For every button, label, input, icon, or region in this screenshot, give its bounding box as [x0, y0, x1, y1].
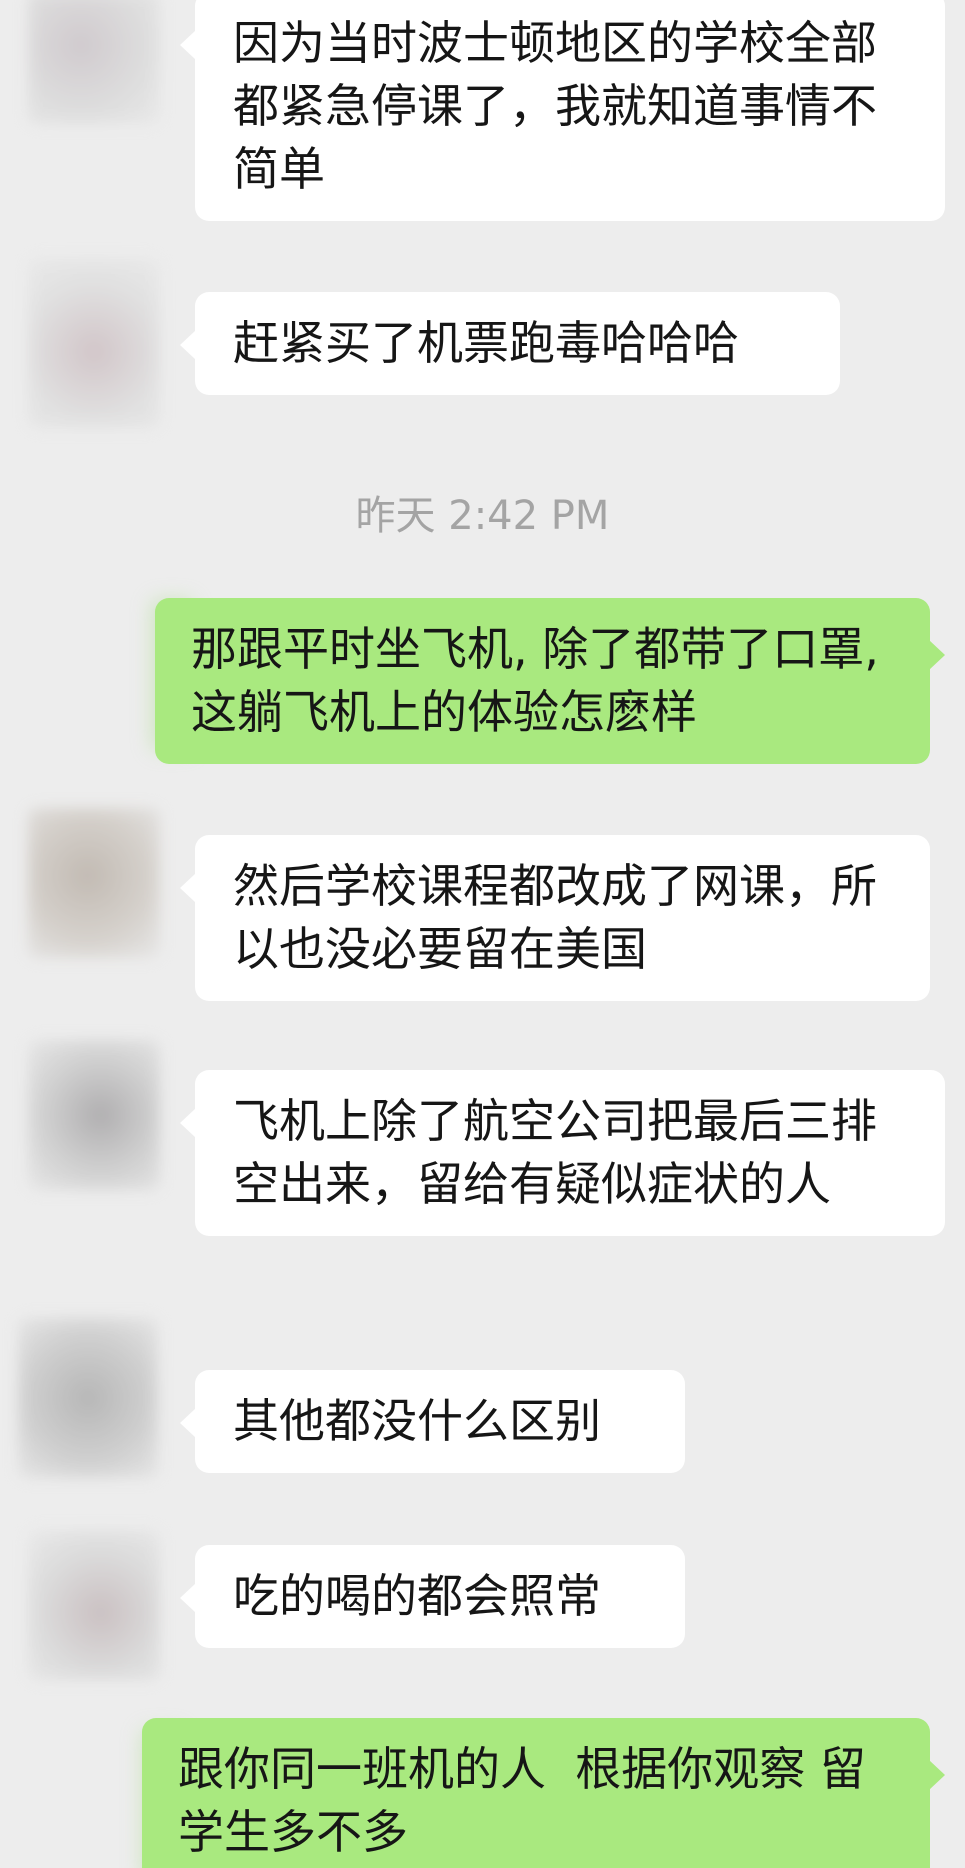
- message-bubble-outgoing[interactable]: 那跟平时坐飞机, 除了都带了口罩, 这躺飞机上的体验怎麽样: [155, 598, 945, 764]
- contact-avatar[interactable]: [28, 808, 160, 958]
- message-bubble-incoming[interactable]: 其他都没什么区别: [180, 1370, 685, 1473]
- message-bubble-outgoing[interactable]: 跟你同一班机的人 根据你观察 留学生多不多: [142, 1718, 945, 1868]
- contact-avatar[interactable]: [18, 1318, 158, 1478]
- message-bubble-incoming[interactable]: 赶紧买了机票跑毒哈哈哈: [180, 292, 840, 395]
- message-bubble-incoming[interactable]: 因为当时波士顿地区的学校全部都紧急停课了，我就知道事情不简单: [180, 0, 945, 221]
- message-bubble-incoming[interactable]: 然后学校课程都改成了网课，所以也没必要留在美国: [180, 835, 930, 1001]
- contact-avatar[interactable]: [28, 1040, 160, 1190]
- contact-avatar[interactable]: [28, 0, 160, 124]
- message-bubble-incoming[interactable]: 飞机上除了航空公司把最后三排空出来，留给有疑似症状的人: [180, 1070, 945, 1236]
- contact-avatar[interactable]: [28, 258, 160, 428]
- timestamp-divider: 昨天 2:42 PM: [355, 493, 610, 539]
- chat-conversation: 因为当时波士顿地区的学校全部都紧急停课了，我就知道事情不简单 赶紧买了机票跑毒哈…: [0, 0, 965, 1868]
- message-bubble-incoming[interactable]: 吃的喝的都会照常: [180, 1545, 685, 1648]
- contact-avatar[interactable]: [28, 1530, 160, 1680]
